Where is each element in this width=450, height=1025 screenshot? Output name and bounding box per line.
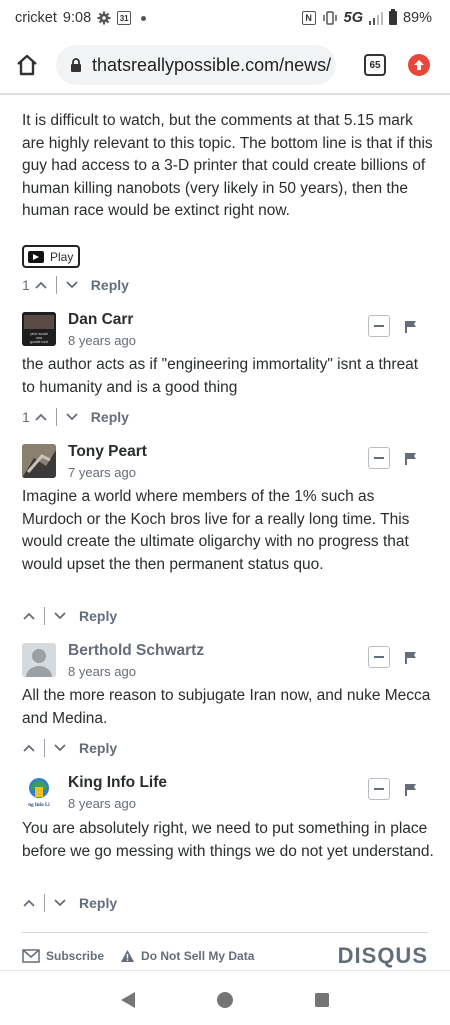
page-divider <box>0 970 450 971</box>
comment-actions: Reply <box>22 607 117 625</box>
back-icon[interactable] <box>120 991 136 1009</box>
subscribe-label: Subscribe <box>46 949 105 963</box>
flag-icon[interactable] <box>405 783 417 797</box>
upvote-icon[interactable] <box>22 742 36 754</box>
downvote-icon[interactable] <box>65 279 79 291</box>
vote-divider <box>55 408 57 426</box>
collapse-button[interactable] <box>368 778 390 800</box>
upvote-icon[interactable] <box>22 610 36 622</box>
upvote-icon[interactable] <box>34 411 48 423</box>
settings-icon <box>97 11 111 25</box>
upvote-icon[interactable] <box>22 897 36 909</box>
collapse-button[interactable] <box>368 646 390 668</box>
disqus-footer: Subscribe Do Not Sell My Data DISQUS <box>22 940 428 972</box>
envelope-icon <box>22 949 40 963</box>
arrow-up-icon <box>414 60 424 70</box>
avatar[interactable] <box>22 444 56 478</box>
comment-text: All the more reason to subjugate Iran no… <box>22 687 431 727</box>
comment-author[interactable]: King Info Life <box>68 774 167 792</box>
home-icon[interactable] <box>14 52 40 78</box>
youtube-play-button[interactable]: Play <box>22 245 81 268</box>
update-icon[interactable] <box>408 54 430 76</box>
calendar-icon: 31 <box>117 11 132 25</box>
vote-divider <box>44 607 45 625</box>
comment-text: the author acts as if "engineering immor… <box>22 356 419 396</box>
youtube-icon <box>28 250 44 263</box>
default-avatar-icon <box>22 643 56 677</box>
signal-icon <box>368 12 383 25</box>
do-not-sell-link[interactable]: Do Not Sell My Data <box>120 949 254 963</box>
upvote-count: 1 <box>22 277 30 293</box>
carrier-label: cricket <box>15 10 57 26</box>
footer-divider <box>22 932 428 933</box>
svg-text:goodie cool: goodie cool <box>30 340 48 344</box>
vibrate-icon <box>322 11 337 25</box>
play-label: Play <box>50 249 74 264</box>
comment-author[interactable]: Dan Carr <box>68 311 133 329</box>
comment-actions: 1 Reply <box>22 276 129 294</box>
android-nav-bar <box>0 975 450 1025</box>
reply-button[interactable]: Reply <box>79 895 117 911</box>
reply-button[interactable]: Reply <box>79 608 117 624</box>
comments-thread: It is difficult to watch, but the commen… <box>0 95 450 990</box>
comment-timestamp[interactable]: 8 years ago <box>68 664 136 679</box>
avatar[interactable]: prior would now goodie cool <box>22 312 56 346</box>
vote-divider <box>55 276 57 294</box>
avatar[interactable]: ng Info Li <box>22 775 56 809</box>
collapse-button[interactable] <box>368 315 390 337</box>
reply-button[interactable]: Reply <box>91 409 129 425</box>
comment-text: Imagine a world where members of the 1% … <box>22 488 410 573</box>
battery-icon <box>388 9 397 25</box>
flag-icon[interactable] <box>405 320 417 334</box>
downvote-icon[interactable] <box>53 897 67 909</box>
comment-author[interactable]: Tony Peart <box>68 443 147 461</box>
upvote-icon[interactable] <box>34 279 48 291</box>
flag-icon[interactable] <box>405 452 417 466</box>
downvote-icon[interactable] <box>53 742 67 754</box>
time-label: 9:08 <box>62 10 92 26</box>
status-bar: cricket 9:08 31 N 5G 89% <box>0 0 450 36</box>
collapse-button[interactable] <box>368 447 390 469</box>
comment-actions: Reply <box>22 739 117 757</box>
comment-author[interactable]: Berthold Schwartz <box>68 642 204 660</box>
comment-timestamp[interactable]: 8 years ago <box>68 796 136 811</box>
disqus-logo[interactable]: DISQUS <box>338 943 428 969</box>
battery-label: 89% <box>402 10 432 26</box>
warning-icon <box>121 950 135 962</box>
comment-actions: 1 Reply <box>22 408 129 426</box>
nfc-icon: N <box>301 11 316 25</box>
comment-timestamp[interactable]: 7 years ago <box>68 465 136 480</box>
upvote-count: 1 <box>22 409 30 425</box>
browser-toolbar: thatsreallypossible.com/news/ 65 <box>0 38 450 92</box>
comment-actions: Reply <box>22 894 117 912</box>
home-circle-icon[interactable] <box>216 991 234 1009</box>
address-bar[interactable]: thatsreallypossible.com/news/ <box>56 45 336 85</box>
avatar[interactable] <box>22 643 56 677</box>
flag-icon[interactable] <box>405 651 417 665</box>
vote-divider <box>44 739 45 757</box>
vote-divider <box>44 894 45 912</box>
comment-text: It is difficult to watch, but the commen… <box>22 112 433 219</box>
reply-button[interactable]: Reply <box>79 740 117 756</box>
recents-icon[interactable] <box>314 992 330 1008</box>
network-label: 5G <box>343 10 363 26</box>
notification-dot-icon <box>141 15 147 21</box>
subscribe-link[interactable]: Subscribe <box>22 949 104 963</box>
comment-text: You are absolutely right, we need to put… <box>22 820 434 860</box>
lock-icon <box>71 58 81 72</box>
downvote-icon[interactable] <box>53 610 67 622</box>
tab-switcher-button[interactable]: 65 <box>364 54 386 76</box>
svg-text:ng Info Li: ng Info Li <box>28 803 50 808</box>
do-not-sell-label: Do Not Sell My Data <box>141 949 255 963</box>
url-text: thatsreallypossible.com/news/ <box>92 54 332 75</box>
downvote-icon[interactable] <box>65 411 79 423</box>
comment-timestamp[interactable]: 8 years ago <box>68 333 136 348</box>
reply-button[interactable]: Reply <box>91 277 129 293</box>
